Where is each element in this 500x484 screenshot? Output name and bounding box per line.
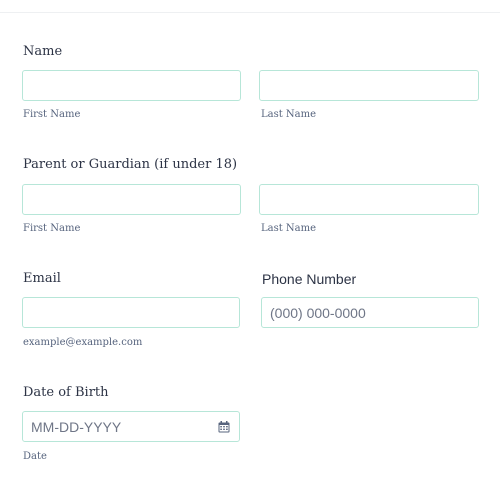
- guardian-last-name-input[interactable]: [259, 184, 479, 215]
- last-name-sublabel: Last Name: [261, 109, 317, 120]
- calendar-icon[interactable]: [218, 421, 230, 433]
- guardian-label: Parent or Guardian (if under 18): [23, 157, 238, 172]
- email-label: Email: [23, 271, 61, 286]
- guardian-first-name-sublabel: First Name: [23, 223, 81, 234]
- last-name-input[interactable]: [259, 70, 479, 101]
- first-name-sublabel: First Name: [23, 109, 81, 120]
- phone-label: Phone Number: [262, 271, 357, 287]
- email-sublabel: example@example.com: [23, 337, 143, 348]
- email-input[interactable]: [22, 297, 240, 328]
- guardian-last-name-sublabel: Last Name: [261, 223, 317, 234]
- top-divider: [0, 12, 500, 13]
- first-name-input[interactable]: [22, 70, 241, 101]
- dob-sublabel: Date: [23, 451, 47, 462]
- dob-label: Date of Birth: [23, 385, 109, 400]
- phone-input[interactable]: [261, 297, 479, 328]
- guardian-first-name-input[interactable]: [22, 184, 241, 215]
- dob-input[interactable]: [22, 411, 240, 442]
- name-label: Name: [23, 44, 63, 59]
